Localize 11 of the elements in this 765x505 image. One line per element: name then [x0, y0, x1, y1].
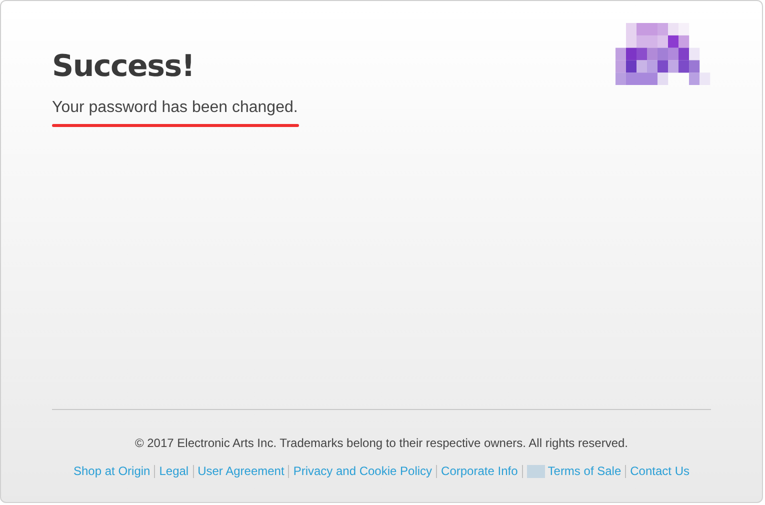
footer-link[interactable]: Terms of Sale	[548, 462, 622, 480]
footer-link[interactable]: Corporate Info	[441, 462, 518, 480]
redaction-block-icon	[526, 464, 545, 478]
copyright-text: © 2017 Electronic Arts Inc. Trademarks belong to their respective owners. All rights reserved.	[134, 435, 628, 452]
footer-link[interactable]: Legal	[159, 462, 189, 480]
footer-link[interactable]: Shop at Origin	[74, 462, 150, 480]
page-title: Success!	[52, 48, 196, 86]
footer-link[interactable]: Privacy and Cookie Policy	[293, 462, 432, 480]
footer-link[interactable]: Contact Us	[630, 462, 690, 480]
footer-link[interactable]: User Agreement	[198, 462, 284, 480]
success-message: Your password has been changed.	[52, 98, 298, 118]
